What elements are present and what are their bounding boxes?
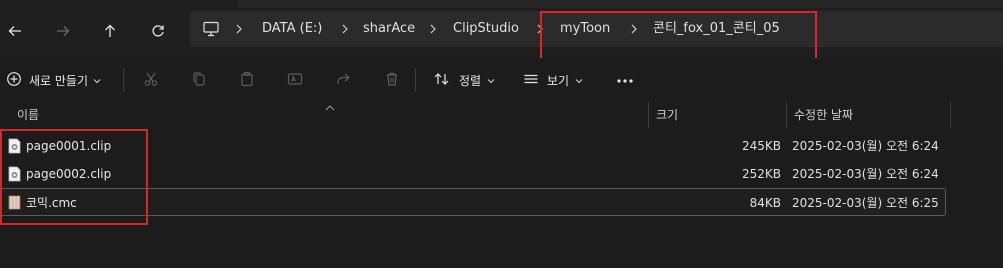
chevron-down-icon — [487, 73, 495, 87]
chevron-down-icon — [575, 73, 583, 87]
breadcrumb-data-drive[interactable]: DATA (E:) — [262, 11, 322, 47]
arrow-up-icon — [102, 23, 118, 39]
delete-button[interactable] — [384, 58, 400, 102]
rename-icon — [287, 71, 303, 90]
this-pc-icon[interactable] — [202, 11, 220, 47]
breadcrumb-sharace[interactable]: sharAce — [363, 11, 415, 47]
copy-icon — [191, 71, 207, 90]
scissors-icon — [143, 71, 159, 90]
copy-button[interactable] — [191, 58, 207, 102]
file-name: page0002.clip — [26, 167, 112, 181]
sort-ascending-caret-icon — [325, 100, 335, 114]
back-button[interactable] — [2, 18, 28, 44]
title-nav-bar: DATA (E:) sharAce ClipStudio myToon 콘티_f… — [0, 0, 1003, 66]
view-button-label: 보기 — [547, 73, 570, 88]
column-header-modified[interactable]: 수정한 날짜 — [794, 102, 853, 128]
more-options-button[interactable] — [616, 58, 634, 102]
file-modified-date: 2025-02-03(월) 오전 6:24 — [792, 139, 939, 153]
arrow-right-icon — [55, 23, 71, 39]
view-button[interactable]: 보기 — [523, 58, 583, 102]
sort-button-label: 정렬 — [459, 73, 482, 88]
arrow-left-icon — [7, 23, 23, 39]
file-name: 코믹.cmc — [26, 196, 77, 210]
refresh-button[interactable] — [145, 18, 171, 44]
clip-file-icon — [8, 166, 21, 182]
file-row[interactable]: page0001.clip 245KB 2025-02-03(월) 오전 6:2… — [0, 132, 946, 160]
file-modified-date: 2025-02-03(월) 오전 6:25 — [792, 196, 939, 210]
column-header-size[interactable]: 크기 — [656, 102, 678, 128]
share-button[interactable] — [335, 58, 351, 102]
rename-button[interactable] — [287, 58, 303, 102]
forward-button[interactable] — [50, 18, 76, 44]
file-row[interactable]: page0002.clip 252KB 2025-02-03(월) 오전 6:2… — [0, 160, 946, 188]
column-divider[interactable] — [950, 102, 951, 128]
column-divider[interactable] — [786, 102, 787, 128]
breadcrumb-clipstudio[interactable]: ClipStudio — [453, 11, 519, 47]
window-top-strip — [238, 0, 1003, 8]
chevron-right-icon[interactable] — [536, 11, 544, 47]
clipboard-icon — [239, 71, 255, 90]
toolbar-divider — [123, 68, 124, 92]
sort-button[interactable]: 정렬 — [433, 58, 495, 102]
file-name: page0001.clip — [26, 139, 112, 153]
paste-button[interactable] — [239, 58, 255, 102]
column-divider[interactable] — [648, 102, 649, 128]
refresh-icon — [150, 23, 166, 39]
clip-file-icon — [8, 138, 21, 154]
new-button-label: 새로 만들기 — [29, 73, 89, 88]
file-size: 84KB — [749, 196, 781, 210]
cut-button[interactable] — [143, 58, 159, 102]
file-size: 252KB — [741, 167, 781, 181]
trash-icon — [384, 71, 400, 90]
breadcrumb-mytoon[interactable]: myToon — [560, 11, 610, 47]
chevron-right-icon[interactable] — [429, 11, 437, 47]
share-icon — [335, 71, 351, 90]
list-view-icon — [523, 71, 539, 90]
chevron-right-icon[interactable] — [341, 11, 349, 47]
more-icon — [616, 73, 634, 87]
up-button[interactable] — [97, 18, 123, 44]
cmc-file-icon — [8, 194, 21, 210]
chevron-right-icon[interactable] — [630, 11, 638, 47]
command-bar: 새로 만들기 정렬 보기 — [0, 58, 1003, 102]
plus-circle-icon — [6, 71, 22, 90]
address-bar[interactable]: DATA (E:) sharAce ClipStudio myToon 콘티_f… — [190, 11, 1003, 47]
breadcrumb-current-folder[interactable]: 콘티_fox_01_콘티_05 — [653, 11, 780, 47]
chevron-right-icon[interactable] — [235, 11, 243, 47]
column-header-row: 이름 크기 수정한 날짜 — [0, 102, 1003, 128]
file-modified-date: 2025-02-03(월) 오전 6:24 — [792, 167, 939, 181]
chevron-down-icon — [93, 73, 101, 87]
column-header-name[interactable]: 이름 — [17, 102, 39, 128]
file-size: 245KB — [741, 139, 781, 153]
file-row-selected[interactable]: 코믹.cmc 84KB 2025-02-03(월) 오전 6:25 — [0, 188, 946, 216]
new-button[interactable]: 새로 만들기 — [6, 58, 101, 102]
toolbar-divider — [415, 68, 416, 92]
sort-arrows-icon — [433, 71, 451, 90]
